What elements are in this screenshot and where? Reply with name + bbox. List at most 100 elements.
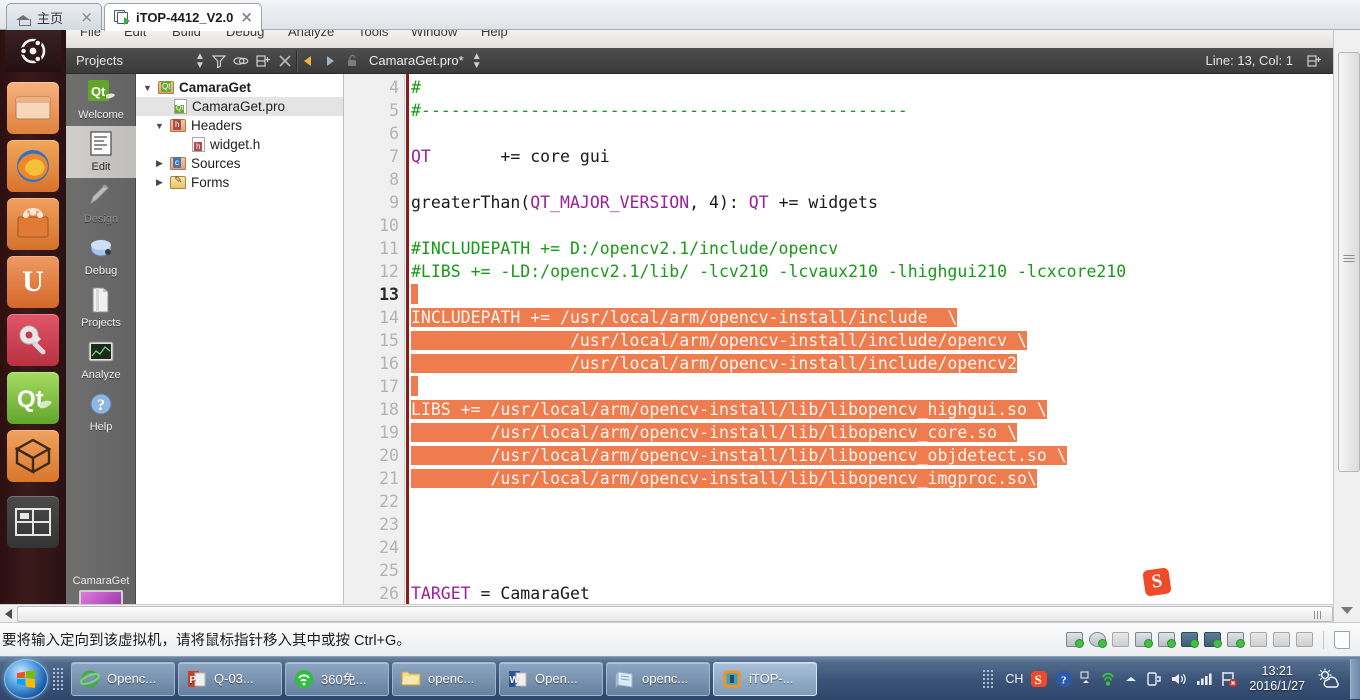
navigate-back-icon[interactable] [297,50,319,72]
guest-horizontal-scrollbar[interactable] [0,604,1333,622]
usb-disabled-2-icon[interactable] [1273,632,1290,647]
taskbar-button-vmware[interactable]: iTOP-... [713,661,817,696]
code-text[interactable]: /usr/local/arm/opencv-install/lib/libope… [411,421,1017,444]
help-icon[interactable]: ? [1055,670,1073,688]
code-line[interactable]: 24 [344,536,1333,559]
code-line[interactable]: 11 #INCLUDEPATH += D:/opencv2.1/include/o… [344,237,1333,260]
code-line[interactable]: 22 [344,490,1333,513]
code-line[interactable]: 17 [344,375,1333,398]
files-icon[interactable] [7,82,59,134]
360-shield-icon[interactable] [1099,670,1117,688]
code-line[interactable]: 25 [344,559,1333,582]
network-adapter-icon[interactable] [1135,632,1153,648]
start-button[interactable] [4,658,48,699]
code-line[interactable]: 7 QT += core gui [344,145,1333,168]
code-line[interactable]: 14 INCLUDEPATH += /usr/local/arm/opencv-i… [344,306,1333,329]
scrollbar-thumb[interactable] [1338,52,1360,472]
taskbar-button-notepad[interactable]: openc... [606,661,710,696]
code-line[interactable]: 18 LIBS += /usr/local/arm/opencv-install/… [344,398,1333,421]
printer-icon[interactable] [1158,632,1176,648]
tree-item-forms[interactable]: ▶ Forms [136,173,343,192]
software-center-icon[interactable] [7,198,59,250]
ubuntu-logo-button[interactable] [5,30,61,72]
code-line[interactable]: 16 /usr/local/arm/opencv-install/include… [344,352,1333,375]
code-editor[interactable]: 4 #5 #------------------------------------… [344,74,1333,622]
code-text[interactable]: /usr/local/arm/opencv-install/include/op… [411,352,1017,375]
code-text[interactable]: /usr/local/arm/opencv-install/lib/libope… [411,467,1037,490]
usb-disabled-icon[interactable] [1250,632,1267,647]
scroll-down-arrow-icon[interactable] [1341,607,1353,614]
project-selector[interactable]: Projects [66,53,192,68]
code-text[interactable]: /usr/local/arm/opencv-install/lib/libope… [411,444,1067,467]
show-desktop-button[interactable] [1350,658,1360,699]
scroll-left-arrow-icon[interactable] [0,606,17,622]
system-settings-icon[interactable] [7,314,59,366]
floppy-icon[interactable] [1112,632,1129,647]
tree-item-widget-h[interactable]: widget.h [136,135,343,154]
tree-item-headers[interactable]: ▼ Headers [136,116,343,135]
code-line[interactable]: 23 [344,513,1333,536]
tree-item-sources[interactable]: ▶ Sources [136,154,343,173]
chevron-right-icon[interactable]: ▶ [154,158,165,169]
code-text[interactable] [411,375,418,398]
code-text[interactable]: #---------------------------------------… [411,99,908,122]
signal-icon[interactable] [1195,670,1213,688]
menu-edit[interactable]: Edit [124,30,146,39]
firefox-icon[interactable] [7,140,59,192]
code-text[interactable] [411,283,418,306]
sound-card-icon[interactable] [1227,632,1245,648]
code-line[interactable]: 13 [344,283,1333,306]
code-text[interactable]: # [411,76,421,99]
taskbar-button-folder[interactable]: openc... [392,661,496,696]
taskbar-button-360[interactable]: 360免... [285,661,389,696]
close-icon[interactable]: × [240,10,253,25]
code-text[interactable]: LIBS += /usr/local/arm/opencv-install/li… [411,398,1047,421]
code-line[interactable]: 20 /usr/local/arm/opencv-install/lib/lib… [344,444,1333,467]
unlocked-icon[interactable] [341,50,363,72]
code-line[interactable]: 26 TARGET = CamaraGet [344,582,1333,605]
link-editors-icon[interactable] [230,50,252,72]
code-line[interactable]: 5 #--------------------------------------… [344,99,1333,122]
workspace-switcher-icon[interactable] [7,496,59,548]
message-log-icon[interactable] [1334,630,1350,649]
current-file-name[interactable]: CamaraGet.pro* [363,53,464,68]
mode-help[interactable]: ? Help [66,386,136,438]
tree-item-camaraget-pro[interactable]: CamaraGet.pro [136,97,343,116]
up-arrow-icon[interactable] [1124,670,1138,688]
taskbar-button-powerpoint[interactable]: P Q-03... [178,661,282,696]
code-line[interactable]: 19 /usr/local/arm/opencv-install/lib/lib… [344,421,1333,444]
code-line[interactable]: 12 #LIBS += -LD:/opencv2.1/lib/ -lcv210 -… [344,260,1333,283]
navigate-forward-icon[interactable] [319,50,341,72]
code-text[interactable]: TARGET = CamaraGet [411,582,590,605]
vmware-tab-vm[interactable]: iTOP-4412_V2.0 × [104,3,262,31]
menu-debug[interactable]: Debug [226,30,264,39]
volume-icon[interactable] [1170,670,1188,688]
hard-disk-icon[interactable] [1066,632,1084,648]
mode-welcome[interactable]: Qt Welcome [66,74,136,126]
split-editor-icon[interactable] [252,50,274,72]
chevron-down-icon[interactable]: ▼ [154,121,165,131]
split-editor-right-icon[interactable] [1303,50,1325,72]
menu-build[interactable]: Build [172,30,201,39]
chevron-down-icon[interactable]: ▼ [142,83,153,93]
mode-analyze[interactable]: Analyze [66,334,136,386]
cd-dvd-icon[interactable] [1089,632,1107,648]
mode-projects[interactable]: Projects [66,282,136,334]
close-document-icon[interactable] [274,50,296,72]
taskbar-button-word[interactable]: W Open... [499,661,603,696]
menu-file[interactable]: File [80,30,101,39]
menu-window[interactable]: Window [411,30,457,39]
code-line[interactable]: 8 [344,168,1333,191]
code-text[interactable]: QT += core gui [411,145,610,168]
usb-controller-icon[interactable] [1181,632,1199,648]
code-line[interactable]: 6 [344,122,1333,145]
filter-icon[interactable] [208,50,230,72]
project-selector-arrows[interactable]: ▲ ▼ [192,51,208,70]
sogou-pinyin-icon[interactable]: S [1030,670,1048,688]
ime-language-label[interactable]: CH [1005,672,1023,686]
scrollbar-track[interactable] [17,605,1333,622]
battery-icon[interactable] [1145,670,1163,688]
usb-device-icon[interactable] [1204,632,1222,648]
menu-help[interactable]: Help [481,30,508,39]
file-selector-arrows[interactable]: ▲ ▼ [464,51,490,70]
